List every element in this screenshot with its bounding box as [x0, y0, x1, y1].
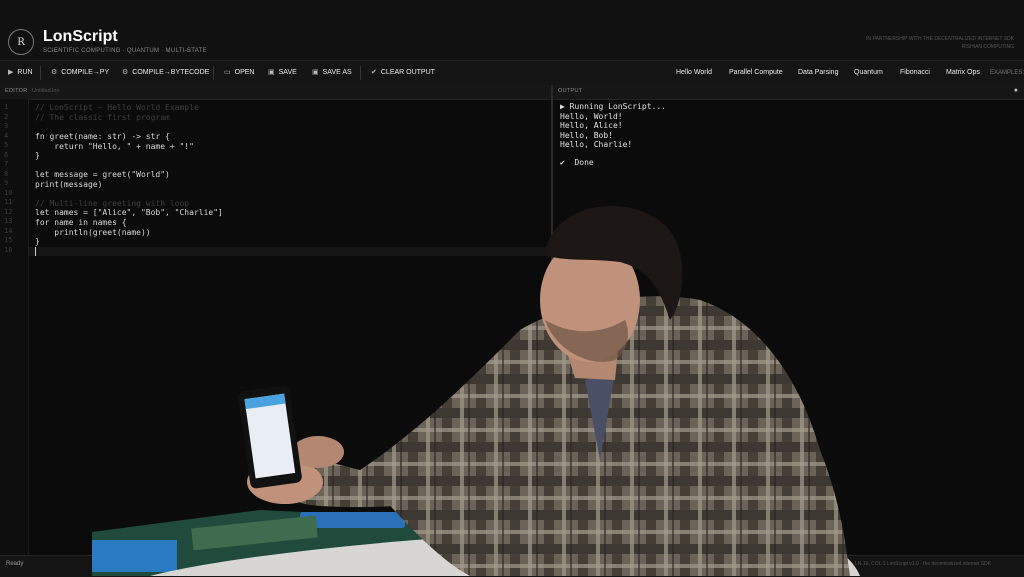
code-line: // LonScript — Hello World Example	[35, 103, 199, 112]
line-number: 11	[4, 198, 13, 206]
line-number: 12	[4, 208, 13, 216]
open-label: OPEN	[234, 69, 255, 76]
editor-header: EDITOR Untitled.lon	[0, 85, 551, 100]
line-number: 5	[4, 141, 9, 149]
output-line: Hello, Alice!	[560, 121, 623, 130]
compile-py-button[interactable]: ⚙ COMPILE→PY	[51, 61, 109, 85]
example-fibonacci[interactable]: Fibonacci	[900, 61, 930, 85]
compile-py-label: COMPILE→PY	[61, 69, 110, 76]
gear-icon: ⚙	[51, 69, 58, 76]
folder-icon: ▭	[224, 69, 231, 76]
line-number: 6	[4, 151, 9, 159]
code-line: print(message)	[35, 180, 103, 189]
code-line: return "Hello, " + name + "!"	[35, 142, 194, 151]
line-number: 4	[4, 132, 9, 140]
app-tagline: SCIENTIFIC COMPUTING · QUANTUM · MULTI-S…	[43, 48, 207, 54]
save-label: SAVE	[278, 69, 297, 76]
output-line: Hello, Bob!	[560, 131, 613, 140]
line-number: 13	[4, 217, 13, 225]
code-line: // Multi-line greeting with loop	[35, 199, 190, 208]
status-text: Ready	[6, 561, 24, 567]
editor-panel: EDITOR Untitled.lon 1 2 3 4 5 6 7 8 9 10…	[0, 85, 553, 555]
disk-icon: ▣	[312, 69, 319, 76]
broom-icon: ✔	[371, 69, 377, 76]
active-line-highlight	[29, 247, 551, 256]
examples-label: EXAMPLES:	[990, 70, 1024, 76]
partner-note: IN PARTNERSHIP WITH THE DECENTRALIZED IN…	[774, 35, 1014, 51]
example-hello-world[interactable]: Hello World	[676, 61, 712, 85]
example-parallel-compute[interactable]: Parallel Compute	[729, 61, 783, 85]
line-number: 14	[4, 227, 13, 235]
line-number: 15	[4, 236, 13, 244]
status-info: LN 16, COL 1 LonScript v1.0 · the decent…	[855, 561, 991, 567]
partner-line-2: RISHIAN COMPUTING	[961, 44, 1014, 50]
output-panel: OUTPUT ● ▶ Running LonScript... Hello, W…	[553, 85, 1024, 555]
code-line: }	[35, 151, 40, 160]
line-number: 10	[4, 189, 13, 197]
open-button[interactable]: ▭ OPEN	[224, 61, 254, 85]
output-dot-icon[interactable]: ●	[1014, 87, 1018, 94]
line-number: 7	[4, 160, 9, 168]
code-line: let names = ["Alice", "Bob", "Charlie"]	[35, 208, 223, 217]
output-line: ✔ Done	[560, 158, 594, 167]
disk-icon: ▣	[268, 69, 275, 76]
app-title: LonScript	[43, 28, 118, 45]
example-matrix-ops[interactable]: Matrix Ops	[946, 61, 980, 85]
example-quantum[interactable]: Quantum	[854, 61, 883, 85]
code-line: }	[35, 237, 40, 246]
run-button[interactable]: ▶ RUN	[8, 61, 33, 85]
compile-bytecode-button[interactable]: ⚙ COMPILE→BYTECODE	[122, 61, 209, 85]
toolbar-divider	[40, 66, 41, 80]
line-gutter: 1 2 3 4 5 6 7 8 9 10 11 12 13 14 15 16	[0, 99, 29, 555]
text-cursor	[35, 247, 36, 256]
code-line: fn greet(name: str) -> str {	[35, 132, 170, 141]
save-as-label: SAVE AS	[322, 69, 352, 76]
example-data-parsing[interactable]: Data Parsing	[798, 61, 838, 85]
code-line: println(greet(name))	[35, 228, 151, 237]
editor-title: EDITOR	[5, 88, 28, 94]
line-number: 16	[4, 246, 13, 254]
file-name: Untitled.lon	[32, 88, 60, 94]
gear-icon: ⚙	[122, 69, 129, 76]
toolbar: ▶ RUN ⚙ COMPILE→PY ⚙ COMPILE→BYTECODE ▭ OPEN…	[0, 60, 1024, 86]
run-label: RUN	[17, 69, 33, 76]
save-button[interactable]: ▣ SAVE	[268, 61, 297, 85]
partner-line-1: IN PARTNERSHIP WITH THE DECENTRALIZED IN…	[866, 36, 1014, 42]
save-as-button[interactable]: ▣ SAVE AS	[312, 61, 352, 85]
clear-output-label: CLEAR OUTPUT	[380, 69, 435, 76]
compile-bytecode-label: COMPILE→BYTECODE	[132, 69, 210, 76]
toolbar-divider	[360, 66, 361, 80]
code-line: // The classic first program	[35, 113, 170, 122]
line-number: 2	[4, 113, 9, 121]
line-number: 9	[4, 179, 9, 187]
output-line: Hello, World!	[560, 112, 623, 121]
app-header: R LonScript SCIENTIFIC COMPUTING · QUANT…	[0, 0, 1024, 60]
status-bar: Ready LN 16, COL 1 LonScript v1.0 · the …	[0, 555, 1024, 577]
output-title: OUTPUT	[558, 88, 583, 94]
code-line: let message = greet("World")	[35, 170, 170, 179]
output-line: ▶ Running LonScript...	[560, 102, 666, 111]
output-line: Hello, Charlie!	[560, 140, 633, 149]
line-number: 8	[4, 170, 9, 178]
line-number: 1	[4, 103, 9, 111]
output-header: OUTPUT ●	[553, 85, 1024, 100]
logo-icon: R	[8, 29, 34, 55]
toolbar-divider	[213, 66, 214, 80]
line-number: 3	[4, 122, 9, 130]
play-icon: ▶	[8, 69, 14, 76]
code-line: for name in names {	[35, 218, 127, 227]
clear-output-button[interactable]: ✔ CLEAR OUTPUT	[371, 61, 435, 85]
